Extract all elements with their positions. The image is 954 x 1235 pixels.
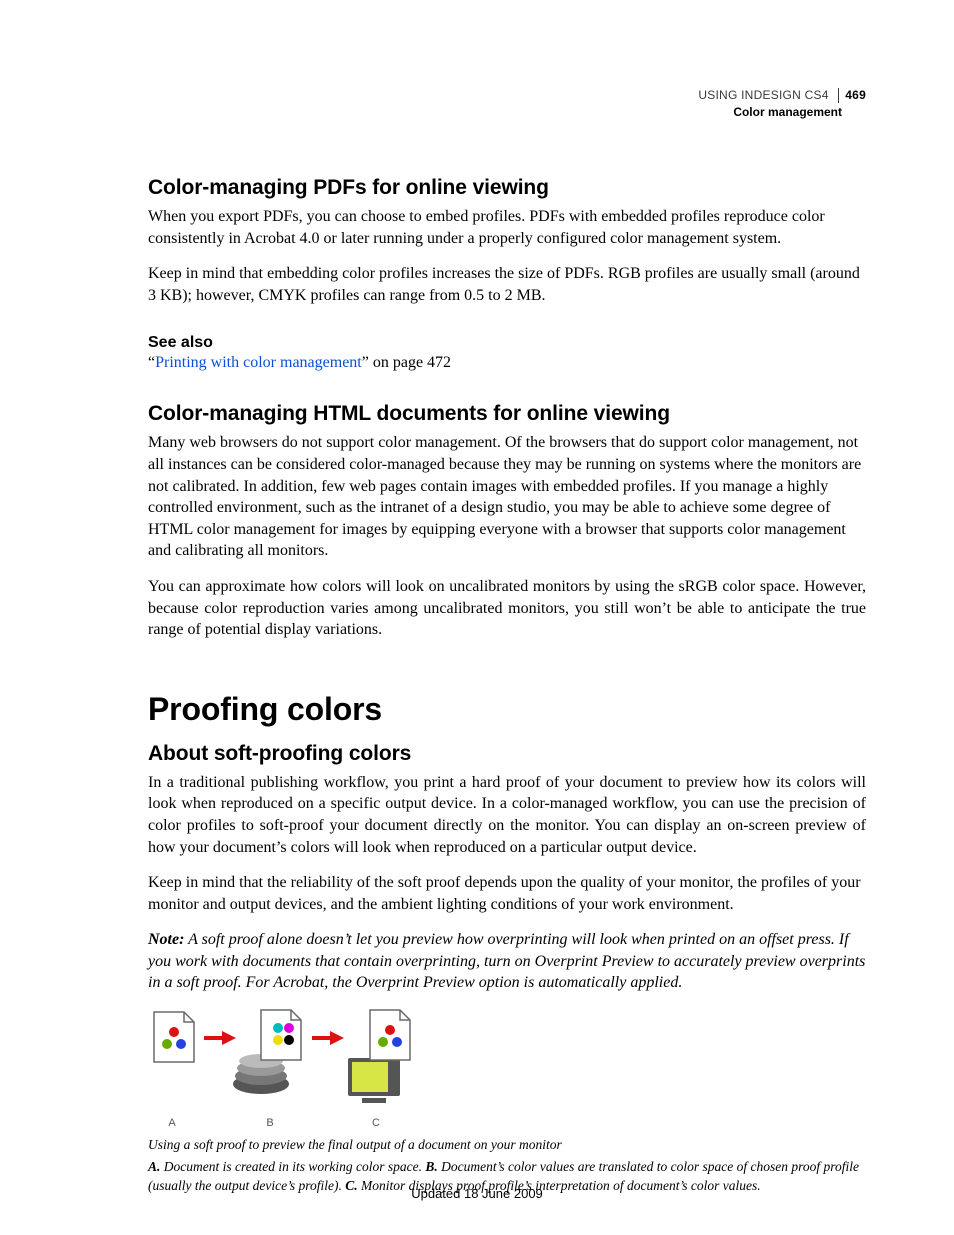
soft-proof-figure: A B C [148,1008,866,1130]
running-head-line1: USING INDESIGN CS4 469 [148,88,866,103]
paragraph: Keep in mind that embedding color profil… [148,263,866,306]
note: Note: A soft proof alone doesn’t let you… [148,929,866,994]
note-lead: Note: [148,931,184,948]
heading-pdf-online: Color-managing PDFs for online viewing [148,176,866,200]
doc-title: USING INDESIGN CS4 [698,88,828,102]
figure-desc-a: Document is created in its working color… [160,1159,425,1174]
paragraph: Keep in mind that the reliability of the… [148,872,866,915]
page-number: 469 [838,88,866,103]
figure-label-b: B [266,1117,273,1129]
page-footer: Updated 18 June 2009 [0,1186,954,1201]
paragraph: You can approximate how colors will look… [148,576,866,641]
quote-close: ” [362,354,369,371]
figure-desc-a-lead: A. [148,1159,160,1174]
figure-label-c: C [372,1117,380,1129]
note-body: A soft proof alone doesn’t let you previ… [148,931,865,991]
footer-updated: Updated 18 June 2009 [411,1186,543,1201]
see-also-heading: See also [148,334,866,352]
paragraph: When you export PDFs, you can choose to … [148,206,866,249]
paragraph: In a traditional publishing workflow, yo… [148,772,866,858]
heading-soft-proofing: About soft-proofing colors [148,742,866,766]
figure-label-a: A [168,1117,176,1129]
figure-caption-line1: Using a soft proof to preview the final … [148,1136,866,1154]
running-head: USING INDESIGN CS4 469 Color management [148,88,866,120]
heading-html-online: Color-managing HTML documents for online… [148,402,866,426]
heading-proofing-colors: Proofing colors [148,691,866,728]
see-also-suffix: on page 472 [369,354,451,371]
soft-proof-diagram: A B C [148,1008,428,1130]
running-head-chapter: Color management [148,105,866,120]
see-also-entry: “Printing with color management” on page… [148,354,866,372]
see-also-link[interactable]: Printing with color management [155,354,362,371]
page-content: USING INDESIGN CS4 469 Color management … [148,88,866,1195]
figure-desc-b-lead: B. [425,1159,437,1174]
paragraph: Many web browsers do not support color m… [148,432,866,562]
